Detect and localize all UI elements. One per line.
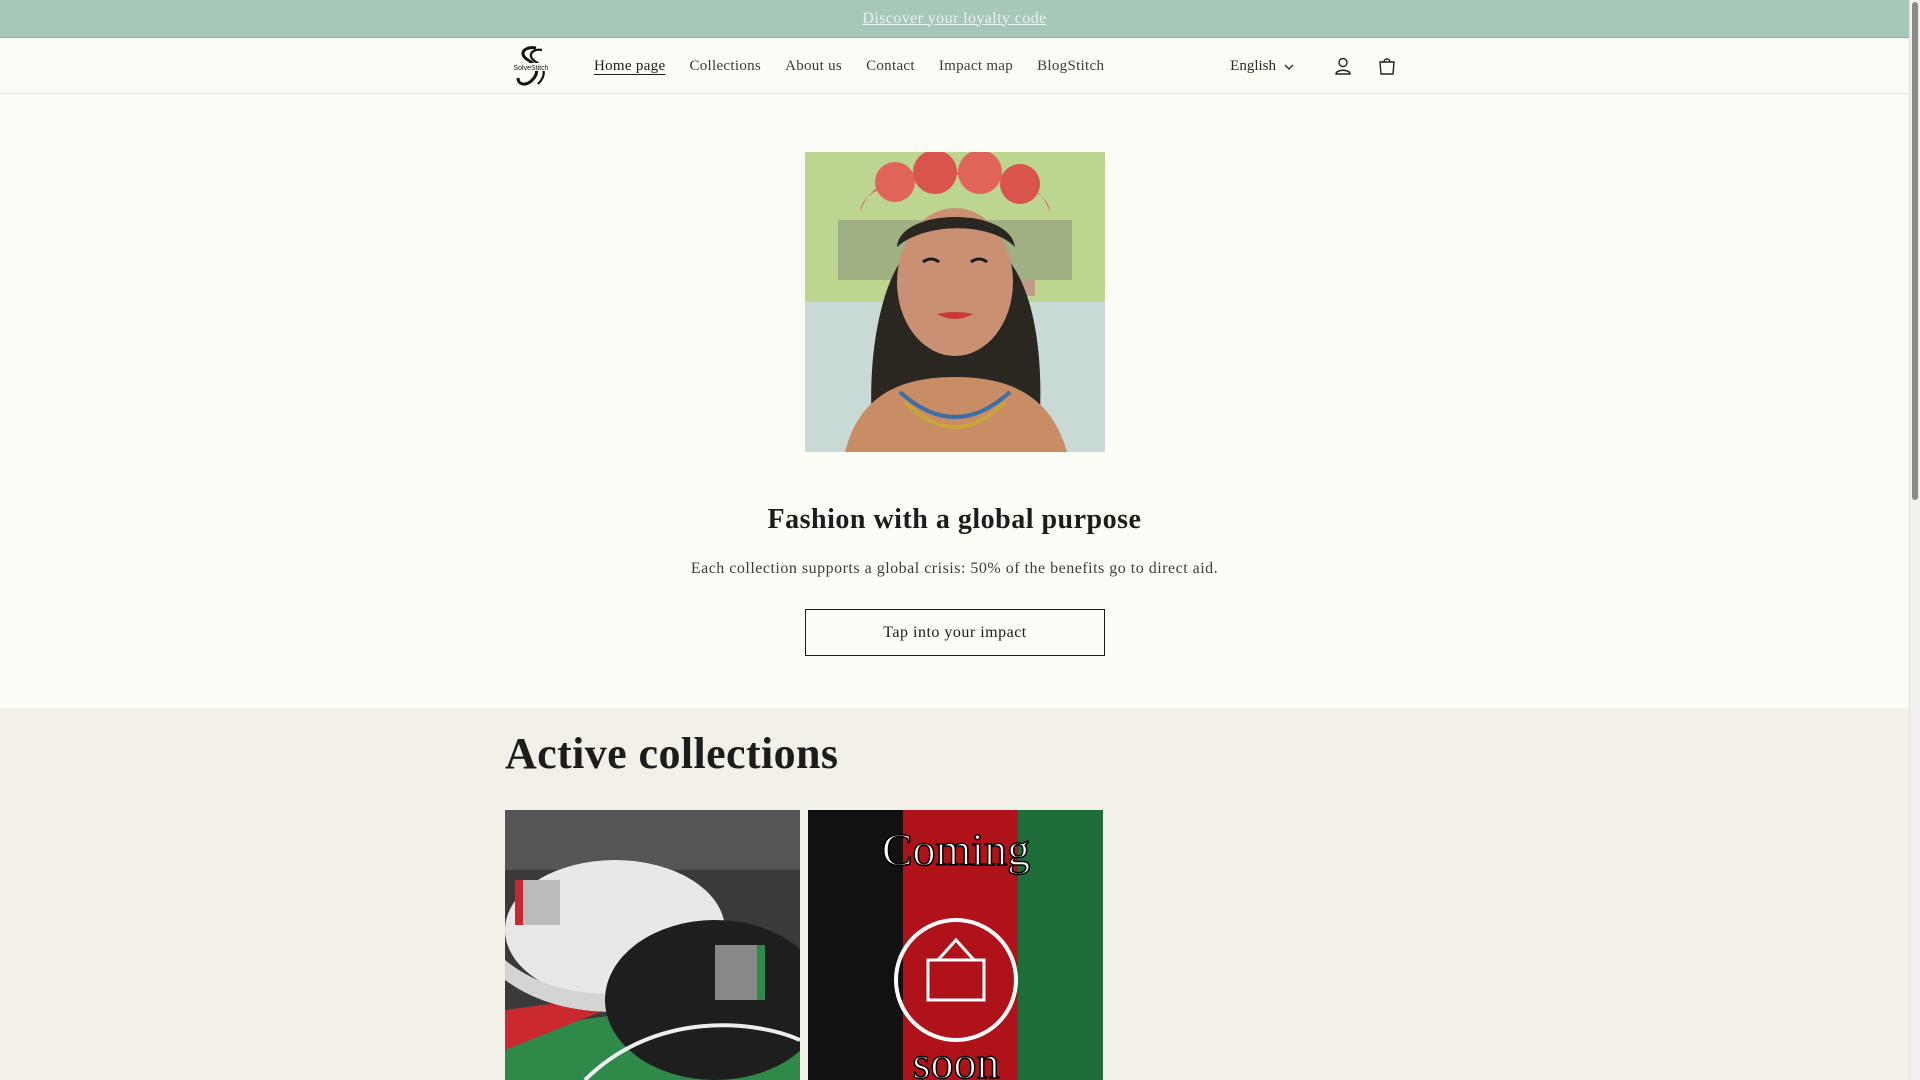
caps-image — [505, 810, 800, 1080]
hero-section: Fashion with a global purpose Each colle… — [0, 94, 1909, 708]
nav-contact[interactable]: Contact — [866, 58, 915, 75]
collection-card-caps[interactable] — [505, 810, 800, 1080]
impact-button[interactable]: Tap into your impact — [805, 609, 1105, 656]
nav-impact-map[interactable]: Impact map — [939, 58, 1013, 75]
soon-label: soon — [913, 1037, 1000, 1080]
chevron-down-icon — [1284, 58, 1294, 75]
collections-title: Active collections — [505, 729, 839, 778]
nav-blogstitch[interactable]: BlogStitch — [1037, 58, 1104, 75]
nav-home[interactable]: Home page — [594, 58, 665, 75]
svg-text:SolveStitch: SolveStitch — [513, 65, 548, 72]
header-inner: SolveStitch Home page Collections About … — [504, 38, 1400, 94]
coming-soon-image: Coming soon — [808, 810, 1103, 1080]
hero-subtitle: Each collection supports a global crisis… — [690, 560, 1219, 577]
announcement-bar: Discover your loyalty code — [0, 0, 1909, 38]
logo-icon: SolveStitch — [506, 46, 556, 86]
announcement-link[interactable]: Discover your loyalty code — [862, 10, 1046, 28]
header-actions: English — [1230, 53, 1400, 79]
cart-icon[interactable] — [1374, 53, 1400, 79]
page-scrollbar[interactable] — [1909, 0, 1920, 1080]
language-selector[interactable]: English — [1230, 58, 1294, 75]
site-header: SolveStitch Home page Collections About … — [0, 38, 1909, 94]
collections-section: Active collections Coming soon — [0, 708, 1909, 1080]
hero-image — [805, 152, 1105, 452]
language-label: English — [1230, 57, 1276, 74]
collection-card-coming-soon[interactable]: Coming soon — [808, 810, 1103, 1080]
account-icon[interactable] — [1330, 53, 1356, 79]
nav-collections[interactable]: Collections — [689, 58, 761, 75]
scrollbar-thumb[interactable] — [1912, 2, 1918, 500]
nav-about[interactable]: About us — [785, 58, 842, 75]
main-nav: Home page Collections About us Contact I… — [594, 58, 1128, 75]
hero-title: Fashion with a global purpose — [767, 504, 1142, 535]
page: Discover your loyalty code SolveStitch H… — [0, 0, 1909, 1080]
coming-label: Coming — [882, 824, 1030, 875]
site-logo[interactable]: SolveStitch — [504, 44, 558, 88]
